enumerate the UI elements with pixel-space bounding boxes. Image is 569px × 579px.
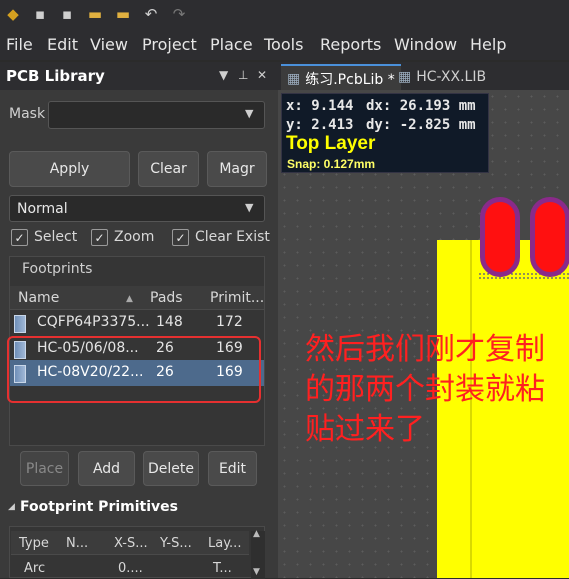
footprint-primitives-title: Footprint Primitives	[20, 499, 178, 515]
column-type[interactable]: Type	[19, 536, 49, 551]
panel-menu-icon[interactable]: ▼	[219, 68, 228, 82]
select-checkbox[interactable]: ✓	[11, 229, 28, 246]
column-x-size[interactable]: X-S...	[114, 536, 148, 551]
menu-edit[interactable]: Edit	[47, 35, 78, 54]
close-icon[interactable]: ✕	[257, 68, 267, 82]
clear-button[interactable]: Clear	[138, 151, 199, 187]
hud-dx: dx: 26.193 mm	[366, 98, 476, 114]
quick-access-toolbar: ◆ ▪ ▪ ▬ ▬ ↶ ↷	[0, 0, 569, 30]
select-label: Select	[34, 229, 78, 245]
undo-icon[interactable]: ↶	[142, 5, 160, 23]
column-name[interactable]: Name	[18, 290, 59, 306]
menu-file[interactable]: File	[6, 35, 33, 54]
hud-x: x: 9.144	[286, 98, 354, 114]
clear-existing-checkbox[interactable]: ✓	[172, 229, 189, 246]
open-project-icon[interactable]: ▬	[114, 5, 132, 23]
chevron-down-icon: ▼	[245, 201, 254, 214]
footprint-primitives: 172	[216, 314, 243, 330]
panel-title: PCB Library	[6, 67, 105, 85]
hud-y: y: 2.413	[286, 117, 354, 133]
edit-button[interactable]: Edit	[208, 451, 257, 486]
hud-layer: Top Layer	[286, 133, 376, 154]
hud-snap: Snap: 0.127mm	[287, 157, 376, 171]
tab-pcblib[interactable]: ▦ 练习.PcbLib *	[281, 64, 401, 92]
hud-dy: dy: -2.825 mm	[366, 117, 476, 133]
annotation-text: 然后我们刚才复制的那两个封装就粘贴过来了	[305, 332, 545, 447]
menu-window[interactable]: Window	[394, 35, 457, 54]
app-logo-icon: ◆	[7, 5, 19, 23]
redo-icon[interactable]: ↷	[170, 5, 188, 23]
save-all-icon[interactable]: ▪	[58, 5, 76, 23]
menu-reports[interactable]: Reports	[320, 35, 381, 54]
vertical-scrollbar[interactable]: ▲ ▼	[251, 529, 265, 579]
footprints-title: Footprints	[22, 261, 93, 277]
pcb-file-icon: ▦	[398, 69, 412, 85]
column-primitives[interactable]: Primit...	[210, 290, 264, 306]
footprint-name: CQFP64P3375...	[37, 314, 150, 330]
add-button[interactable]: Add	[78, 451, 135, 486]
clear-existing-label: Clear Exist	[195, 229, 270, 245]
footprint-pads: 148	[156, 314, 183, 330]
scroll-up-icon[interactable]: ▲	[253, 529, 260, 539]
delete-button[interactable]: Delete	[143, 451, 199, 486]
magnify-button[interactable]: Magr	[207, 151, 267, 187]
smd-pad[interactable]	[530, 197, 569, 277]
pin-icon[interactable]: ⊥	[238, 68, 248, 82]
footprint-icon	[14, 315, 26, 333]
zoom-checkbox[interactable]: ✓	[91, 229, 108, 246]
menu-view[interactable]: View	[90, 35, 128, 54]
chevron-down-icon: ▼	[245, 107, 254, 120]
tab-label: HC-XX.LIB	[416, 69, 487, 85]
collapse-icon[interactable]: ◢	[8, 502, 15, 512]
menu-place[interactable]: Place	[210, 35, 253, 54]
pcb-file-icon: ▦	[287, 71, 301, 87]
smd-pad[interactable]	[480, 197, 520, 277]
primitive-x-size: 0....	[118, 561, 143, 576]
column-n[interactable]: N...	[66, 536, 88, 551]
column-y-size[interactable]: Y-S...	[160, 536, 192, 551]
primitive-type: Arc	[24, 561, 46, 576]
zoom-label: Zoom	[114, 229, 155, 245]
menu-project[interactable]: Project	[142, 35, 197, 54]
save-icon[interactable]: ▪	[31, 5, 49, 23]
tab-hc-xx-lib[interactable]: ▦ HC-XX.LIB	[392, 64, 514, 90]
scroll-down-icon[interactable]: ▼	[253, 567, 260, 577]
mask-input[interactable]: ▼	[48, 101, 265, 129]
apply-button[interactable]: Apply	[9, 151, 130, 187]
column-pads[interactable]: Pads	[150, 290, 183, 306]
tab-label: 练习.PcbLib *	[305, 72, 395, 88]
primitive-layer: T...	[213, 561, 232, 576]
place-button[interactable]: Place	[20, 451, 69, 486]
menu-help[interactable]: Help	[470, 35, 506, 54]
open-icon[interactable]: ▬	[86, 5, 104, 23]
mask-mode-value: Normal	[17, 201, 68, 217]
mask-label: Mask	[9, 106, 46, 122]
table-row[interactable]: CQFP64P3375... 148 172	[10, 310, 264, 336]
primitives-grid: Type N... X-S... Y-S... Lay... Arc 0....…	[9, 526, 265, 579]
sort-asc-icon: ▲	[126, 294, 133, 304]
column-layer[interactable]: Lay...	[208, 536, 241, 551]
menu-bar: File Edit View Project Place Tools Repor…	[0, 30, 569, 60]
annotation-highlight-box	[7, 336, 261, 403]
menu-tools[interactable]: Tools	[264, 35, 303, 54]
